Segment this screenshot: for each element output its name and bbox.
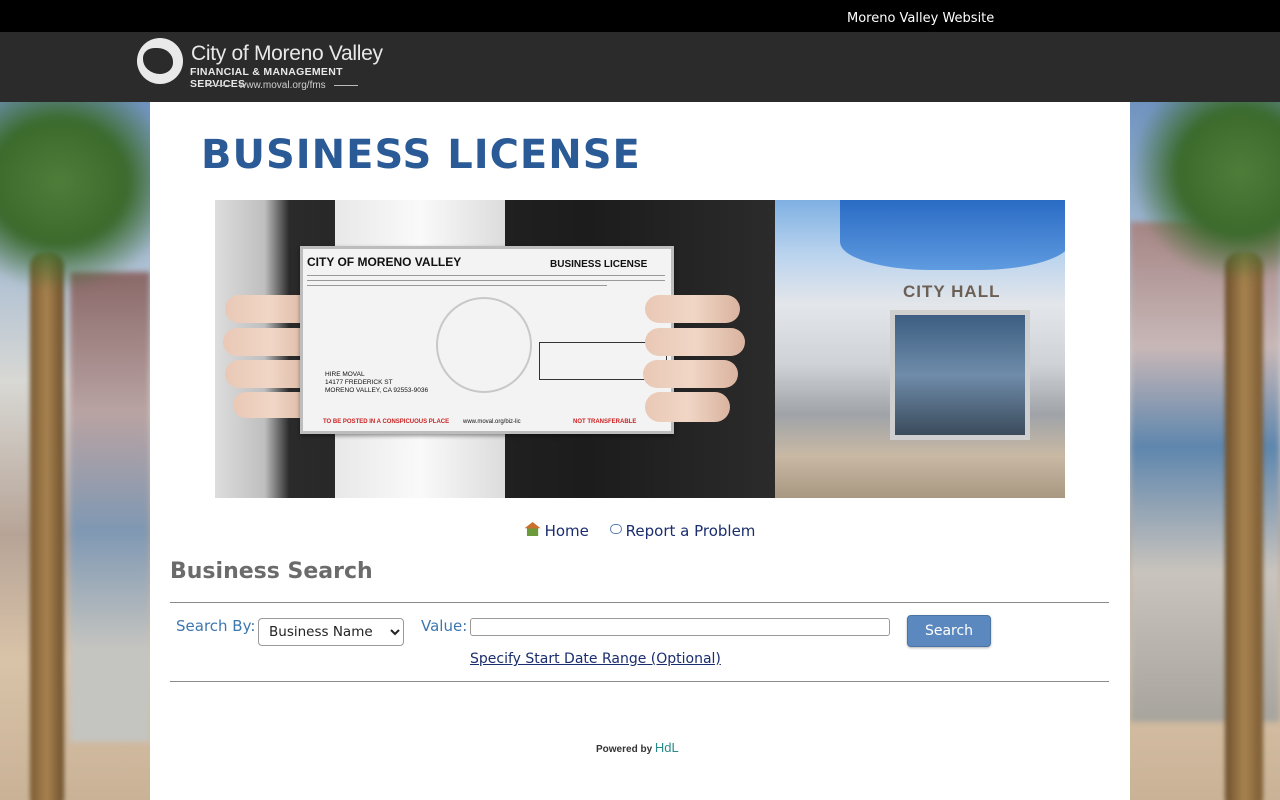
- card-type: BUSINESS LICENSE: [550, 259, 648, 270]
- city-seal-icon: [436, 297, 532, 393]
- divider-bottom: [170, 681, 1109, 682]
- main-content: BUSINESS LICENSE CITY HALL CITY OF MOREN…: [150, 102, 1130, 800]
- city-hall-sign: CITY HALL: [903, 282, 1001, 301]
- powered-by: Powered by HdL: [596, 740, 679, 755]
- moreno-valley-website-link[interactable]: Moreno Valley Website: [847, 11, 994, 26]
- business-license-card: CITY OF MORENO VALLEY BUSINESS LICENSE H…: [300, 246, 674, 434]
- value-input[interactable]: [470, 618, 890, 636]
- logo-url: www.moval.org/fms: [199, 80, 366, 91]
- speech-bubble-icon: [609, 524, 622, 534]
- search-by-label: Search By:: [176, 617, 256, 635]
- divider-top: [170, 602, 1109, 603]
- date-range-link[interactable]: Specify Start Date Range (Optional): [470, 651, 721, 667]
- value-label: Value:: [421, 617, 468, 635]
- report-problem-link[interactable]: Report a Problem: [609, 522, 755, 540]
- top-bar: Moreno Valley Website: [0, 0, 1280, 32]
- search-button[interactable]: Search: [907, 615, 991, 647]
- search-by-select[interactable]: Business Name: [258, 618, 404, 646]
- hero-banner-image: CITY HALL CITY OF MORENO VALLEY BUSINESS…: [215, 200, 1065, 498]
- card-footer-url: www.moval.org/biz-lic: [463, 419, 521, 425]
- home-icon: [524, 522, 541, 536]
- background-palm-left: [0, 102, 150, 800]
- city-globe-icon: [137, 38, 183, 84]
- site-header: City of Moreno Valley FINANCIAL & MANAGE…: [0, 32, 1280, 102]
- hdl-logo: HdL: [654, 740, 679, 755]
- nav-links: Home Report a Problem: [150, 522, 1130, 540]
- card-footer-left: TO BE POSTED IN A CONSPICUOUS PLACE: [323, 419, 450, 425]
- section-title: Business Search: [170, 559, 373, 584]
- logo-city-name: City of Moreno Valley: [191, 42, 383, 65]
- card-address: HIRE MOVAL 14177 FREDERICK ST MORENO VAL…: [325, 371, 429, 394]
- card-footer-right: NOT TRANSFERABLE: [573, 419, 637, 425]
- home-link[interactable]: Home: [524, 522, 589, 540]
- page-title: BUSINESS LICENSE: [201, 132, 641, 178]
- city-logo[interactable]: City of Moreno Valley FINANCIAL & MANAGE…: [137, 38, 387, 94]
- card-title: CITY OF MORENO VALLEY: [307, 255, 462, 269]
- background-palm-right: [1130, 102, 1280, 800]
